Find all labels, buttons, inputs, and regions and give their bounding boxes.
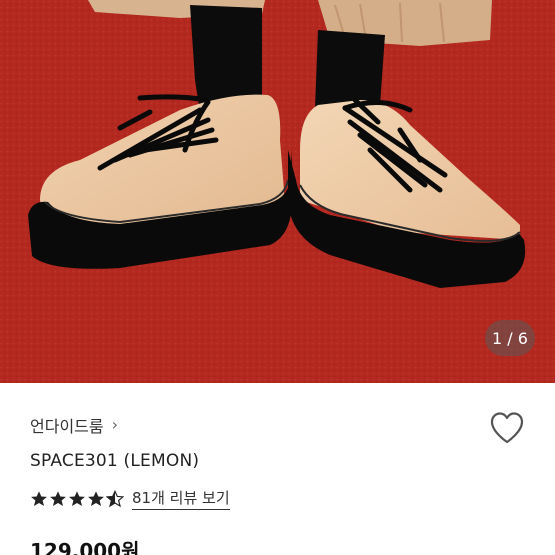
product-info: 언다이드룸 › SPACE301 (LEMON) 81개 리뷰 보기 129,0… [0, 383, 555, 555]
star-icon [50, 490, 66, 506]
star-rating [30, 489, 124, 508]
product-name: SPACE301 (LEMON) [30, 451, 200, 471]
brand-link[interactable]: 언다이드룸 › [30, 413, 118, 437]
star-icon [69, 490, 85, 506]
brand-name: 언다이드룸 [30, 417, 104, 436]
product-image-gallery[interactable]: 1 / 6 [0, 0, 555, 383]
star-icon [88, 490, 104, 506]
chevron-right-icon: › [111, 415, 119, 434]
star-half-icon [106, 489, 124, 507]
product-price: 129,000원 [30, 539, 140, 555]
star-icon [31, 490, 47, 506]
heart-outline-icon[interactable] [489, 411, 525, 445]
rating-row: 81개 리뷰 보기 [30, 487, 230, 510]
product-photo [0, 0, 555, 383]
image-counter: 1 / 6 [485, 320, 535, 356]
review-link[interactable]: 81개 리뷰 보기 [132, 487, 230, 510]
